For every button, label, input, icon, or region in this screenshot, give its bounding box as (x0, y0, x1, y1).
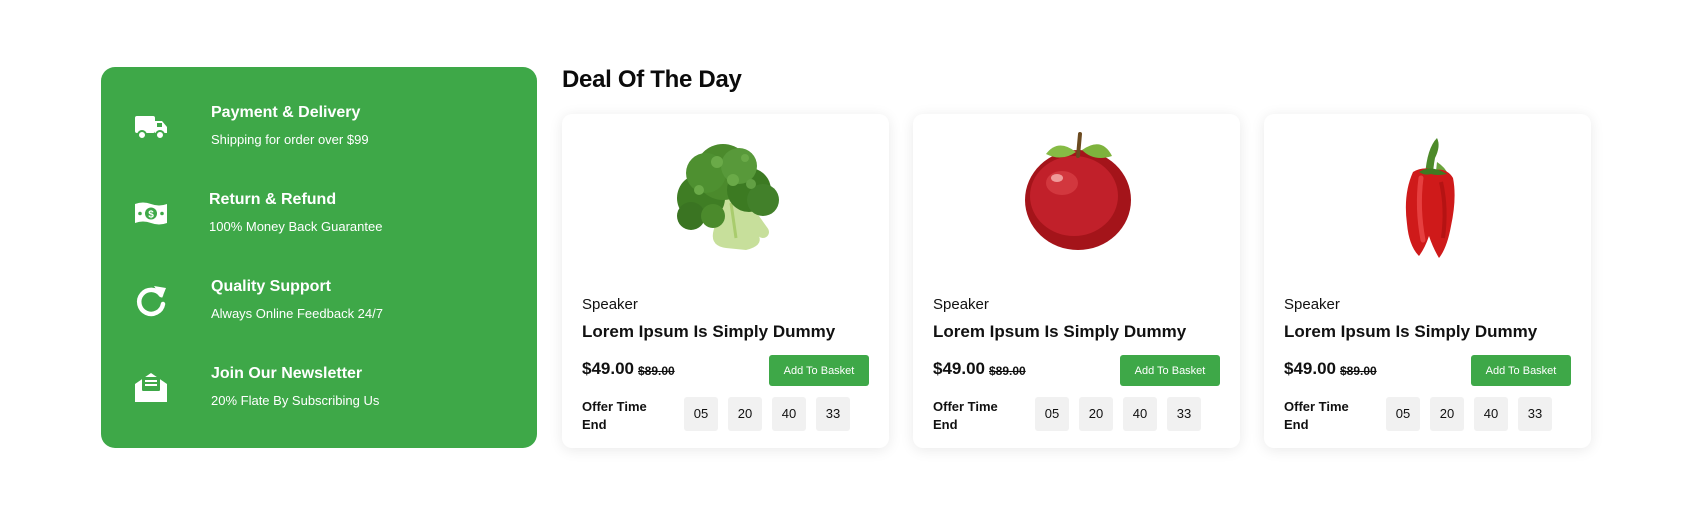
product-price: $49.00 (1284, 359, 1336, 378)
feature-payment-delivery: Payment & Delivery Shipping for order ov… (133, 104, 513, 164)
product-price: $49.00 (582, 359, 634, 378)
product-image[interactable] (1264, 128, 1591, 268)
feature-newsletter: Join Our Newsletter 20% Flate By Subscri… (133, 365, 513, 425)
feature-title: Return & Refund (209, 191, 337, 208)
timer-box: 40 (772, 397, 806, 431)
feature-subtitle: 20% Flate By Subscribing Us (211, 393, 380, 408)
apple-image (1024, 132, 1131, 250)
product-old-price: $89.00 (1340, 364, 1377, 378)
section-title: Deal Of The Day (562, 66, 742, 93)
timer-box: 05 (1386, 397, 1420, 431)
feature-title: Quality Support (211, 278, 331, 295)
offer-time-label: Offer Time End (1284, 399, 1349, 432)
timer-box: 05 (684, 397, 718, 431)
truck-icon (133, 108, 169, 144)
timer-box: 05 (1035, 397, 1069, 431)
offer-time-label: Offer Time End (933, 399, 998, 432)
product-card[interactable]: Speaker Lorem Ipsum Is Simply Dummy $49.… (562, 114, 889, 448)
timer-box: 40 (1474, 397, 1508, 431)
refresh-icon (133, 282, 169, 318)
timer-box: 20 (1430, 397, 1464, 431)
feature-subtitle: Always Online Feedback 24/7 (211, 306, 383, 321)
money-icon: $ (133, 195, 169, 231)
add-to-basket-button[interactable]: Add To Basket (769, 355, 869, 386)
feature-return-refund: $ Return & Refund 100% Money Back Guaran… (133, 191, 513, 251)
product-image[interactable] (913, 128, 1240, 268)
product-name[interactable]: Lorem Ipsum Is Simply Dummy (582, 322, 835, 342)
product-category: Speaker (933, 296, 989, 313)
feature-subtitle: Shipping for order over $99 (211, 132, 369, 147)
features-panel: Payment & Delivery Shipping for order ov… (101, 67, 537, 448)
product-image[interactable] (562, 128, 889, 268)
timer-box: 33 (816, 397, 850, 431)
timer-box: 20 (1079, 397, 1113, 431)
product-old-price: $89.00 (989, 364, 1026, 378)
broccoli-image (676, 144, 779, 250)
add-to-basket-button[interactable]: Add To Basket (1120, 355, 1220, 386)
feature-title: Join Our Newsletter (211, 365, 363, 382)
red-pepper-image (1405, 138, 1455, 258)
timer-box: 33 (1167, 397, 1201, 431)
product-name[interactable]: Lorem Ipsum Is Simply Dummy (933, 322, 1186, 342)
add-to-basket-button[interactable]: Add To Basket (1471, 355, 1571, 386)
timer-box: 20 (728, 397, 762, 431)
svg-text:$: $ (148, 210, 154, 221)
product-category: Speaker (1284, 296, 1340, 313)
timer-box: 40 (1123, 397, 1157, 431)
product-card[interactable]: Speaker Lorem Ipsum Is Simply Dummy $49.… (913, 114, 1240, 448)
envelope-icon (133, 369, 169, 405)
product-old-price: $89.00 (638, 364, 675, 378)
feature-subtitle: 100% Money Back Guarantee (209, 219, 383, 234)
offer-time-label: Offer Time End (582, 399, 647, 432)
product-name[interactable]: Lorem Ipsum Is Simply Dummy (1284, 322, 1537, 342)
product-card[interactable]: Speaker Lorem Ipsum Is Simply Dummy $49.… (1264, 114, 1591, 448)
timer-box: 33 (1518, 397, 1552, 431)
product-category: Speaker (582, 296, 638, 313)
feature-quality-support: Quality Support Always Online Feedback 2… (133, 278, 513, 338)
feature-title: Payment & Delivery (211, 104, 361, 121)
product-price: $49.00 (933, 359, 985, 378)
